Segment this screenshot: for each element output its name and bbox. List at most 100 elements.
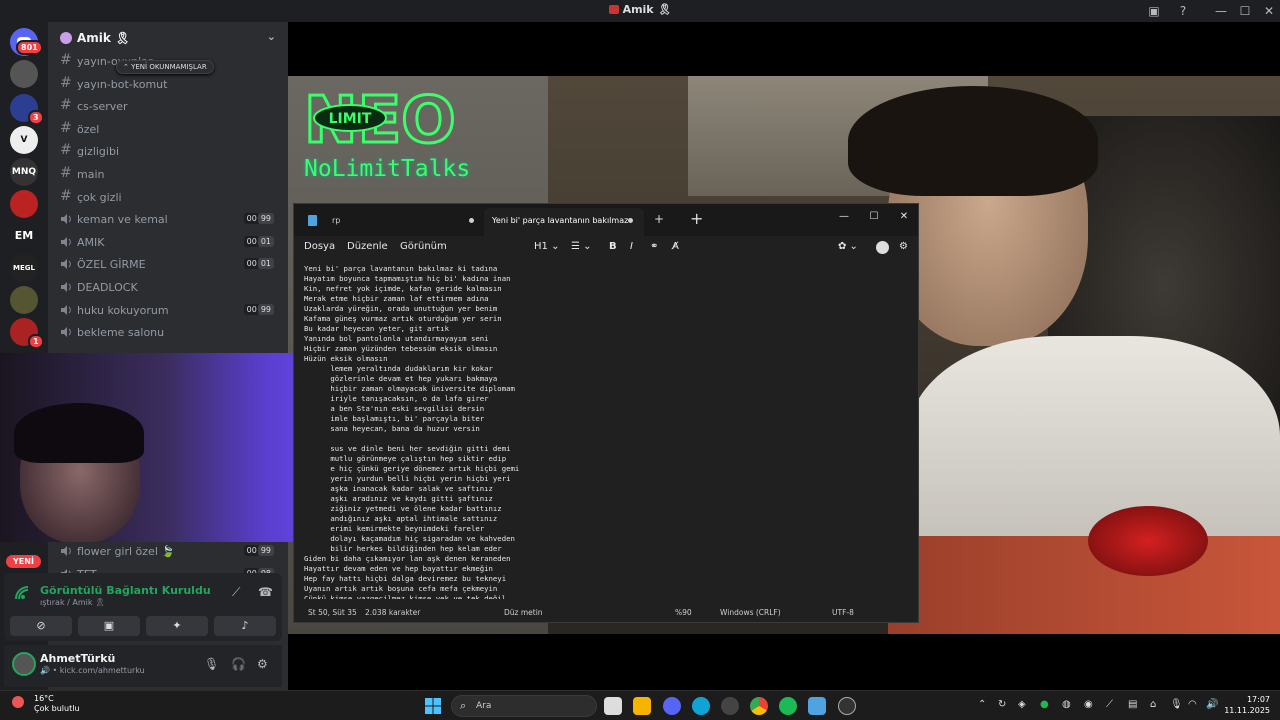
text-area[interactable]: Yeni bi' parça lavantanın bakılmaz ki ta…: [304, 264, 904, 599]
add-icon[interactable]: +: [690, 209, 703, 228]
soundboard-button[interactable]: ♪: [214, 616, 276, 636]
start-button[interactable]: [424, 697, 442, 715]
discord-icon[interactable]: [663, 697, 681, 715]
new-messages-pill[interactable]: YENİ: [6, 555, 41, 568]
channel-voice[interactable]: huku kokuyorum 00 99: [54, 299, 282, 321]
tray-icon[interactable]: ◍: [1062, 699, 1071, 710]
signal-icon[interactable]: [14, 585, 32, 601]
app-icon[interactable]: [721, 697, 739, 715]
channel-text[interactable]: # main: [54, 163, 282, 185]
microphone-icon[interactable]: 🎙: [1170, 699, 1183, 710]
search-box[interactable]: ⌕ Ara: [451, 695, 597, 717]
activities-button[interactable]: ✦: [146, 616, 208, 636]
server-avatar[interactable]: MNQ: [10, 158, 38, 186]
tray-icon[interactable]: ▤: [1128, 699, 1137, 710]
server-avatar[interactable]: EM: [10, 222, 38, 250]
link-icon[interactable]: ⚭: [650, 241, 658, 252]
clock[interactable]: 17:07 11.11.2025: [1224, 694, 1270, 716]
username[interactable]: AhmetTürkü: [40, 652, 115, 665]
clear-format-icon[interactable]: A̸: [672, 241, 679, 252]
maximize-button[interactable]: ☐: [1236, 2, 1254, 20]
gear-icon[interactable]: ⚙: [899, 241, 908, 252]
close-button[interactable]: ✕: [1260, 2, 1278, 20]
weather-widget[interactable]: 16°C Çok bulutlu: [12, 694, 80, 714]
server-avatar[interactable]: MEGL: [10, 254, 38, 282]
tray-icon[interactable]: ⟋: [1106, 699, 1113, 710]
channel-voice[interactable]: bekleme salonu: [54, 321, 282, 343]
notepad-icon[interactable]: [808, 697, 826, 715]
sync-icon[interactable]: ↻: [998, 699, 1006, 710]
tray-icon[interactable]: ◈: [1018, 699, 1026, 710]
encoding[interactable]: UTF-8: [832, 608, 854, 617]
zoom-level[interactable]: %90: [675, 608, 692, 617]
disconnect-icon[interactable]: ☎: [258, 585, 273, 599]
unsaved-dot-icon[interactable]: [628, 218, 633, 223]
tab-rp[interactable]: rp: [298, 208, 484, 236]
account-icon[interactable]: [876, 241, 889, 254]
channel-voice[interactable]: keman ve kemal 00 99: [54, 208, 282, 230]
channel-voice[interactable]: DEADLOCK: [54, 276, 282, 298]
unsaved-dot-icon[interactable]: [469, 218, 474, 223]
menu-edit[interactable]: Düzenle: [347, 241, 388, 252]
minimize-button[interactable]: —: [830, 207, 858, 227]
menu-view[interactable]: Görünüm: [400, 241, 447, 252]
noise-suppression-icon[interactable]: ⟋: [232, 585, 240, 600]
wifi-icon[interactable]: ◠: [1188, 699, 1197, 710]
app-icon[interactable]: [838, 697, 856, 715]
heading-dropdown[interactable]: H1 ⌄: [534, 241, 559, 252]
close-button[interactable]: ✕: [890, 207, 918, 227]
inbox-icon[interactable]: ▣: [1145, 2, 1163, 20]
channel-text[interactable]: # cs-server: [54, 95, 282, 117]
help-icon[interactable]: ?: [1174, 2, 1192, 20]
steam-icon[interactable]: ◉: [1084, 699, 1093, 710]
bold-icon[interactable]: B: [609, 241, 617, 252]
maximize-button[interactable]: ☐: [860, 207, 888, 227]
minimize-button[interactable]: —: [1212, 2, 1230, 20]
unread-pill[interactable]: ⌃ YENİ OKUNMAMIŞLAR: [116, 60, 214, 74]
spotify-tray-icon[interactable]: ●: [1040, 699, 1049, 710]
channel-text[interactable]: # gizligibi: [54, 140, 282, 162]
server-avatar[interactable]: [10, 286, 38, 314]
chrome-icon[interactable]: [750, 697, 768, 715]
menu-file[interactable]: Dosya: [304, 241, 335, 252]
user-limit: 99: [257, 213, 274, 225]
volume-icon[interactable]: 🔊: [1206, 699, 1218, 710]
list-icon[interactable]: ☰ ⌄: [571, 241, 592, 252]
copilot-icon[interactable]: ✿ ⌄: [838, 241, 858, 252]
server-avatar[interactable]: [10, 190, 38, 218]
clock-time: 17:07: [1246, 695, 1270, 704]
chevron-down-icon[interactable]: ⌄: [267, 30, 276, 43]
task-view-icon[interactable]: [604, 697, 622, 715]
channel-voice[interactable]: ÖZEL GİRME 00 01: [54, 253, 282, 275]
tab-bar: rp Yeni bi' parça lavantanın bakılmaz + …: [294, 204, 918, 236]
guild-name: Amik 🎗: [77, 31, 131, 45]
italic-icon[interactable]: I: [630, 241, 633, 252]
voice-status[interactable]: Görüntülü Bağlantı Kuruldu: [40, 584, 211, 597]
channel-text[interactable]: # çok gizli: [54, 186, 282, 208]
edge-icon[interactable]: [692, 697, 710, 715]
voice-channel-label[interactable]: ıştırak / Amik 🎗: [40, 598, 105, 607]
gear-icon[interactable]: ⚙: [257, 657, 268, 671]
camera-button[interactable]: ⊘: [10, 616, 72, 636]
line-ending[interactable]: Windows (CRLF): [720, 608, 781, 617]
new-tab-button[interactable]: +: [654, 212, 664, 226]
channel-voice[interactable]: AMIK 00 01: [54, 231, 282, 253]
chevron-up-icon[interactable]: ⌃: [978, 699, 986, 710]
spotify-icon[interactable]: [779, 697, 797, 715]
channel-text[interactable]: # özel: [54, 118, 282, 140]
channel-name: flower girl özel 🍃: [77, 545, 176, 558]
headphones-icon[interactable]: 🎧: [231, 657, 246, 671]
network-icon[interactable]: ⌂: [1150, 699, 1156, 710]
server-avatar[interactable]: V: [10, 126, 38, 154]
avatar[interactable]: [12, 652, 36, 676]
screen-share-button[interactable]: ▣: [78, 616, 140, 636]
file-explorer-icon[interactable]: [633, 697, 651, 715]
channel-voice[interactable]: flower girl özel 🍃 00 99: [54, 540, 282, 562]
channel-text[interactable]: # yayın-bot-komut: [54, 73, 282, 95]
channel-name: gizligibi: [77, 145, 120, 159]
microphone-icon[interactable]: 🎙: [204, 657, 219, 671]
window-title-text: Amik 🎗: [622, 3, 672, 16]
server-avatar[interactable]: [10, 60, 38, 88]
webcam-overlay[interactable]: [0, 353, 334, 542]
tab-active[interactable]: Yeni bi' parça lavantanın bakılmaz: [484, 208, 644, 236]
